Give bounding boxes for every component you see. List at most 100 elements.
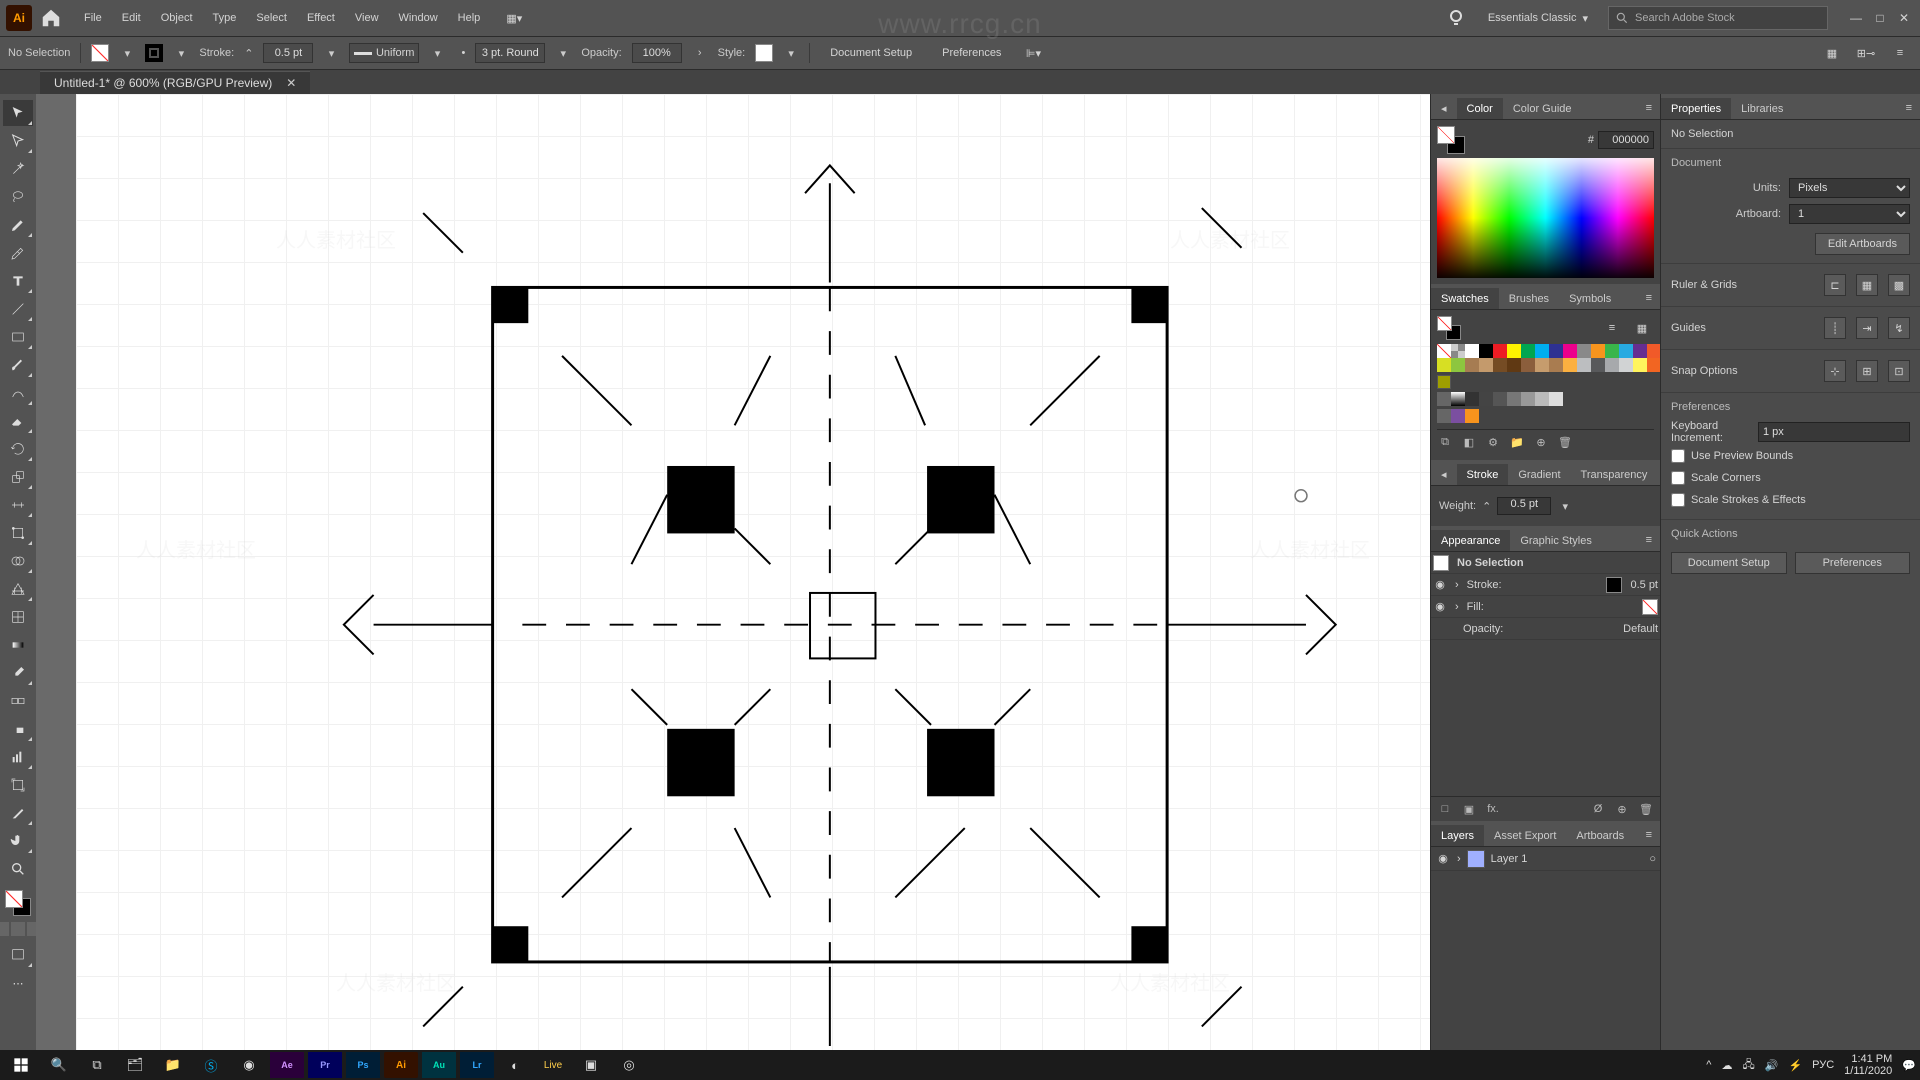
- brush-field[interactable]: 3 pt. Round: [475, 43, 545, 63]
- layer-row[interactable]: ◉ › Layer 1 ○: [1431, 847, 1660, 871]
- rectangle-tool[interactable]: [3, 324, 33, 350]
- swatch-libraries-icon[interactable]: ⧉: [1437, 434, 1453, 450]
- chrome-icon[interactable]: ◉: [232, 1052, 266, 1078]
- task-view-icon[interactable]: ⧉: [80, 1052, 114, 1078]
- swatch-item[interactable]: [1437, 392, 1451, 406]
- curvature-tool[interactable]: [3, 240, 33, 266]
- pen-tool[interactable]: [3, 212, 33, 238]
- live-icon[interactable]: Live: [536, 1052, 570, 1078]
- onedrive-icon[interactable]: ☁: [1721, 1059, 1732, 1072]
- stroke-dropdown[interactable]: ▾: [173, 43, 189, 63]
- zoom-tool[interactable]: [3, 856, 33, 882]
- clock-time[interactable]: 1:41 PM: [1844, 1053, 1892, 1065]
- fill-dropdown[interactable]: ▾: [119, 43, 135, 63]
- tab-layers[interactable]: Layers: [1431, 825, 1484, 846]
- slice-tool[interactable]: [3, 800, 33, 826]
- file-explorer-icon[interactable]: 🗂: [118, 1052, 152, 1078]
- explorer-icon[interactable]: 📁: [156, 1052, 190, 1078]
- appearance-stroke-swatch[interactable]: [1606, 577, 1622, 593]
- add-fill-icon[interactable]: ▣: [1461, 801, 1477, 817]
- menu-window[interactable]: Window: [391, 8, 446, 28]
- audition-icon[interactable]: Au: [422, 1052, 456, 1078]
- network-icon[interactable]: 🖧: [1742, 1056, 1754, 1075]
- document-setup-button[interactable]: Document Setup: [820, 44, 922, 62]
- tab-brushes[interactable]: Brushes: [1499, 288, 1559, 309]
- layers-panel-menu-icon[interactable]: ≡: [1638, 824, 1660, 846]
- swatch-item[interactable]: [1465, 392, 1479, 406]
- swatch-item[interactable]: [1437, 409, 1451, 423]
- shape-builder-tool[interactable]: [3, 548, 33, 574]
- clock-date[interactable]: 1/11/2020: [1844, 1065, 1892, 1077]
- edit-toolbar-icon[interactable]: ⋯: [3, 970, 33, 996]
- lightroom-icon[interactable]: Lr: [460, 1052, 494, 1078]
- eyedropper-tool[interactable]: [3, 660, 33, 686]
- premiere-icon[interactable]: Pr: [308, 1052, 342, 1078]
- snap-grid-icon[interactable]: ⊞: [1856, 360, 1878, 382]
- snap-icon[interactable]: ⊞⊸: [1854, 41, 1878, 65]
- swatch-item[interactable]: [1521, 392, 1535, 406]
- swatch-item[interactable]: [1465, 409, 1479, 423]
- tab-color-guide[interactable]: Color Guide: [1503, 98, 1582, 119]
- menu-effect[interactable]: Effect: [299, 8, 343, 28]
- ruler-icon[interactable]: ⊏: [1824, 274, 1846, 296]
- battery-icon[interactable]: ⚡: [1788, 1059, 1802, 1072]
- column-graph-tool[interactable]: [3, 744, 33, 770]
- panel-expand-icon[interactable]: ◂: [1431, 463, 1457, 485]
- stroke-swatch[interactable]: [145, 44, 163, 62]
- preferences-button[interactable]: Preferences: [932, 44, 1011, 62]
- artboard-select[interactable]: 1: [1789, 204, 1910, 224]
- color-mode-icons[interactable]: [0, 922, 41, 936]
- symbol-sprayer-tool[interactable]: [3, 716, 33, 742]
- eraser-tool[interactable]: [3, 408, 33, 434]
- obs-icon[interactable]: ◐: [498, 1052, 532, 1078]
- appearance-fill-swatch[interactable]: [1642, 599, 1658, 615]
- tab-gradient[interactable]: Gradient: [1508, 464, 1570, 485]
- swatch-item[interactable]: [1451, 392, 1465, 406]
- magic-wand-tool[interactable]: [3, 156, 33, 182]
- grid-toggle-icon[interactable]: ▦: [1856, 274, 1878, 296]
- shaper-tool[interactable]: [3, 380, 33, 406]
- swatch-kind-icon[interactable]: ◧: [1461, 434, 1477, 450]
- tab-asset-export[interactable]: Asset Export: [1484, 825, 1566, 846]
- delete-item-icon[interactable]: 🗑: [1638, 801, 1654, 817]
- use-preview-bounds-checkbox[interactable]: [1671, 449, 1685, 463]
- new-color-group-icon[interactable]: 📁: [1509, 434, 1525, 450]
- menu-view[interactable]: View: [347, 8, 387, 28]
- menu-help[interactable]: Help: [450, 8, 489, 28]
- show-guides-icon[interactable]: ┊: [1824, 317, 1846, 339]
- delete-swatch-icon[interactable]: 🗑: [1557, 434, 1573, 450]
- keyboard-increment-input[interactable]: [1758, 422, 1910, 442]
- menu-file[interactable]: File: [76, 8, 110, 28]
- hand-tool[interactable]: [3, 828, 33, 854]
- add-effect-icon[interactable]: fx.: [1485, 801, 1501, 817]
- search-stock-input[interactable]: Search Adobe Stock: [1608, 6, 1828, 30]
- rotate-tool[interactable]: [3, 436, 33, 462]
- scale-strokes-checkbox[interactable]: [1671, 493, 1685, 507]
- units-select[interactable]: Pixels: [1789, 178, 1910, 198]
- swatch-options-icon[interactable]: ⚙: [1485, 434, 1501, 450]
- brush-dropdown[interactable]: ▾: [555, 43, 571, 63]
- width-tool[interactable]: [3, 492, 33, 518]
- fill-swatch[interactable]: [91, 44, 109, 62]
- tab-symbols[interactable]: Symbols: [1559, 288, 1621, 309]
- document-tab[interactable]: Untitled-1* @ 600% (RGB/GPU Preview) ✕: [40, 71, 310, 94]
- gradient-tool[interactable]: [3, 632, 33, 658]
- home-icon[interactable]: [40, 7, 62, 29]
- align-icon[interactable]: ⊫▾: [1021, 41, 1045, 65]
- swatch-item[interactable]: [1493, 392, 1507, 406]
- tray-up-icon[interactable]: ^: [1706, 1059, 1711, 1071]
- bulb-icon[interactable]: [1444, 6, 1468, 30]
- panel-expand-icon[interactable]: ◂: [1431, 97, 1457, 119]
- duplicate-item-icon[interactable]: ⊕: [1614, 801, 1630, 817]
- opacity-field[interactable]: 100%: [632, 43, 682, 63]
- swatch-item[interactable]: [1549, 392, 1563, 406]
- after-effects-icon[interactable]: Ae: [270, 1052, 304, 1078]
- opacity-dropdown[interactable]: ›: [692, 43, 708, 63]
- smart-guides-icon[interactable]: ↯: [1888, 317, 1910, 339]
- menu-edit[interactable]: Edit: [114, 8, 149, 28]
- menu-select[interactable]: Select: [248, 8, 295, 28]
- appearance-panel-menu-icon[interactable]: ≡: [1638, 529, 1660, 551]
- stroke-weight-input[interactable]: 0.5 pt: [1497, 497, 1551, 515]
- profile-dropdown[interactable]: ▾: [429, 43, 445, 63]
- volume-icon[interactable]: 🔊: [1765, 1059, 1779, 1072]
